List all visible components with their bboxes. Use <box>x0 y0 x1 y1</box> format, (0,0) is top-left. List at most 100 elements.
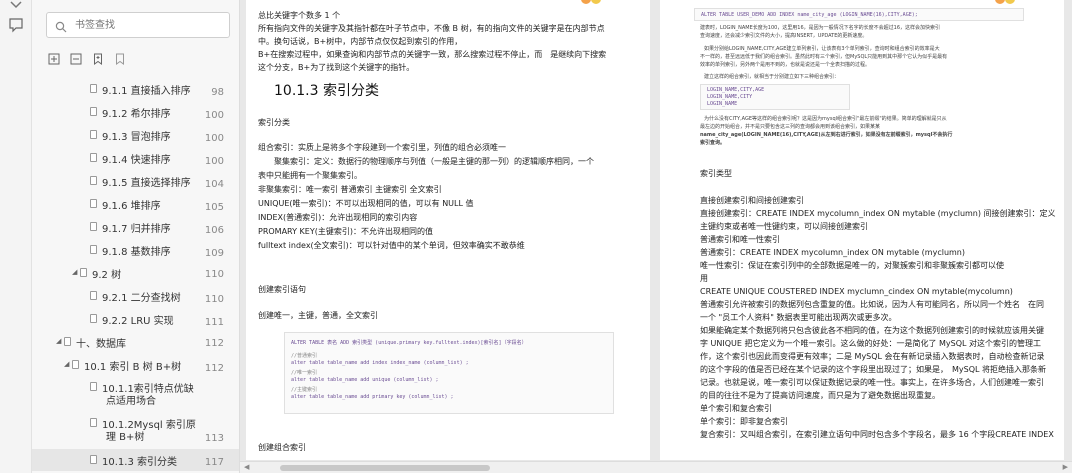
bookmark-page: 109 <box>204 248 224 259</box>
code-line: alter table table_name add index index_n… <box>291 360 469 366</box>
bookmark-page: 98 <box>211 87 224 98</box>
bookmark-label: 9.1.8 基数排序 <box>102 247 171 258</box>
bookmark-item[interactable]: 10.1.1索引特点优缺 点适用场合 <box>32 377 239 409</box>
bookmark-search[interactable] <box>46 12 230 38</box>
expanded-triangle-icon[interactable]: ◢ <box>64 360 69 368</box>
bookmark-item[interactable]: 9.1.1 直接插入排序 98 <box>32 79 239 99</box>
code-line: LOGIN_NAME <box>707 101 738 107</box>
paragraph-line: 用 <box>700 274 708 283</box>
bookmark-label-cont: 点适用场合 <box>106 396 156 407</box>
add-bookmark-icon[interactable] <box>92 50 104 65</box>
bookmark-label: 9.1.2 希尔排序 <box>102 109 171 120</box>
bookmark-page: 113 <box>204 433 224 444</box>
bookmark-item[interactable]: 9.1.2 希尔排序 100 <box>32 102 239 122</box>
bookmark-item[interactable]: 9.2.2 LRU 实现 111 <box>32 309 239 329</box>
bookmark-label: 9.1.6 堆排序 <box>102 201 161 212</box>
paragraph-line: 直接创建索引和间接创建索引 <box>700 196 804 205</box>
collapse-all-icon[interactable] <box>70 50 82 65</box>
scroll-left-icon[interactable]: ◀ <box>244 463 249 471</box>
bookmark-label: 9.1.7 归并排序 <box>102 224 171 235</box>
paragraph-line: 组合索引：实质上是将多个字段建到一个索引里，列值的组合必须唯一 <box>258 143 506 152</box>
bookmark-item[interactable]: 9.1.7 归并排序 106 <box>32 217 239 237</box>
document-page-left: 总比关键字个数多 1 个 所有指向文件的关键字及其指针都在叶子节点中，不像 B … <box>246 0 650 460</box>
scroll-thumb[interactable] <box>280 465 490 471</box>
paragraph-line: 这个分支，B+为了找到这个关键字的指针。 <box>258 63 415 72</box>
expanded-triangle-icon[interactable]: ◢ <box>56 337 61 345</box>
paragraph-line: 的这个字段的值是否已经在某个记录的这个字段里出现过了；如果是， MySQL 将拒… <box>700 365 1047 374</box>
horizontal-scrollbar[interactable]: ◀ ▶ <box>240 461 1072 473</box>
code-line: LOGIN_NAME,CITY <box>707 94 753 100</box>
bookmark-label: 9.2.2 LRU 实现 <box>102 316 174 327</box>
page-icon <box>90 130 97 139</box>
bookmark-item[interactable]: 10.1.2Mysql 索引原 理 B+树 113 <box>32 413 239 447</box>
bookmark-item[interactable]: 9.1.6 堆排序 105 <box>32 194 239 214</box>
page-icon <box>90 245 97 254</box>
bookmark-page: 104 <box>204 179 224 190</box>
bookmark-item[interactable]: 9.2.1 二分查找树 110 <box>32 286 239 306</box>
paragraph-line: 普通索引和唯一性索引 <box>700 235 780 244</box>
code-comment: //普通索引 <box>291 353 318 359</box>
bookmark-label: 9.1.3 冒泡排序 <box>102 132 171 143</box>
bookmark-item-selected[interactable]: 10.1.3 索引分类 117 <box>32 449 239 471</box>
paragraph-line: 索引查询。 <box>700 140 726 146</box>
paragraph-line: PROMARY KEY(主键索引)：不允许出现相同的值 <box>258 227 433 236</box>
bookmark-label: 9.2.1 二分查找树 <box>102 293 181 304</box>
search-icon <box>55 18 67 37</box>
code-line: alter table table_name add unique (colum… <box>291 377 439 383</box>
page-icon <box>80 268 87 277</box>
bookmark-page: 106 <box>204 225 224 236</box>
paragraph-line: fulltext index(全文索引)：可以针对值中的某个单词，但效率确实不敢… <box>258 241 525 250</box>
bookmark-label: 9.1.1 直接插入排序 <box>102 86 191 97</box>
document-page-right: ALTER TABLE USER_DEMO ADD INDEX name_cit… <box>660 0 1064 460</box>
page-icon <box>90 84 97 93</box>
bookmark-page: 100 <box>204 156 224 167</box>
bookmark-search-input[interactable] <box>75 17 225 34</box>
bookmark-item[interactable]: 9.1.3 冒泡排序 100 <box>32 125 239 145</box>
bookmark-item[interactable]: ◢ 十、数据库 112 <box>32 332 239 352</box>
scroll-right-icon[interactable]: ▶ <box>1063 463 1068 471</box>
bookmark-page: 111 <box>204 317 224 328</box>
code-block: ALTER TABLE 表名 ADD 索引类型 (unique.primary … <box>284 332 614 414</box>
code-line: ALTER TABLE 表名 ADD 索引类型 (unique.primary … <box>291 340 527 346</box>
page-icon <box>90 176 97 185</box>
paragraph-line: 最左边的开始组合，并不是只要包含这三列的查询都会用到该组合索引，如果某某 <box>700 124 881 130</box>
section-title: 索引分类 <box>258 118 290 127</box>
code-line: alter table table_name add primary key (… <box>291 394 454 400</box>
left-rail <box>0 0 32 473</box>
paragraph-line: 建表时，LOGIN_NAME长度为100，这里用16，是因为一般情况下名字的长度… <box>700 25 941 31</box>
code-comment: //唯一索引 <box>291 370 318 376</box>
page-icon <box>90 382 97 391</box>
code-line: LOGIN_NAME,CITY,AGE <box>707 87 765 93</box>
bookmark-icon[interactable] <box>114 50 126 65</box>
bookmark-label: 9.1.5 直接选择排序 <box>102 178 191 189</box>
collapse-icon[interactable] <box>8 0 24 12</box>
comment-icon[interactable] <box>8 17 24 33</box>
page-icon <box>90 107 97 116</box>
paragraph-line: 中。换句话说，B+树中，内部节点仅仅起到索引的作用， <box>258 37 463 46</box>
bookmark-item[interactable]: ◢ 10.1 索引 B 树 B+树 112 <box>32 355 239 375</box>
page-icon <box>90 418 97 427</box>
paragraph-line: 普通索引：CREATE INDEX mycolumn_index ON myta… <box>700 248 966 257</box>
bookmark-page: 110 <box>204 294 224 305</box>
reader-window: 9.1.1 直接插入排序 98 9.1.2 希尔排序 100 9.1.3 冒泡排… <box>0 0 1072 473</box>
document-view: 总比关键字个数多 1 个 所有指向文件的关键字及其指针都在叶子节点中，不像 B … <box>240 0 1072 473</box>
bookmark-item[interactable]: ◢ 9.2 树 110 <box>32 263 239 283</box>
paragraph-line: 聚集索引：定义：数据行的物理顺序与列值（一般是主键的那一列）的逻辑顺序相同，一个 <box>258 157 594 166</box>
bookmark-label: 十、数据库 <box>76 339 126 350</box>
bookmark-panel: 9.1.1 直接插入排序 98 9.1.2 希尔排序 100 9.1.3 冒泡排… <box>32 0 240 473</box>
page-icon <box>90 291 97 300</box>
bookmark-item[interactable]: 9.1.8 基数排序 109 <box>32 240 239 260</box>
paragraph-line: 一个 "员工个人资料" 数据表里可能出现两次或更多次。 <box>700 313 897 322</box>
bookmark-page: 117 <box>204 457 224 468</box>
paragraph-line: UNIQUE(唯一索引)：不可以出现相同的值，可以有 NULL 值 <box>258 199 474 208</box>
bookmark-label-cont: 理 B+树 <box>106 432 145 443</box>
paragraph-line: 复合索引：又叫组合索引，在索引建立语句中同时包含多个字段名，最多 16 个字段C… <box>700 430 1054 439</box>
expand-all-icon[interactable] <box>48 50 60 65</box>
code-line: ALTER TABLE USER_DEMO ADD INDEX name_cit… <box>701 12 918 18</box>
paragraph-line: 唯一性索引：保证在索引列中的全部数据是唯一的，对聚簇索引和非聚簇索引都可以使 <box>700 261 1004 270</box>
bookmark-page: 105 <box>204 202 224 213</box>
expanded-triangle-icon[interactable]: ◢ <box>72 268 77 276</box>
bookmark-item[interactable]: 9.1.5 直接选择排序 104 <box>32 171 239 191</box>
bookmark-item[interactable]: 9.1.4 快速排序 100 <box>32 148 239 168</box>
paragraph-line: 效率的单列索引，另外两个是用不到的，也就是说还是一个全表扫描的过程。 <box>700 62 871 68</box>
